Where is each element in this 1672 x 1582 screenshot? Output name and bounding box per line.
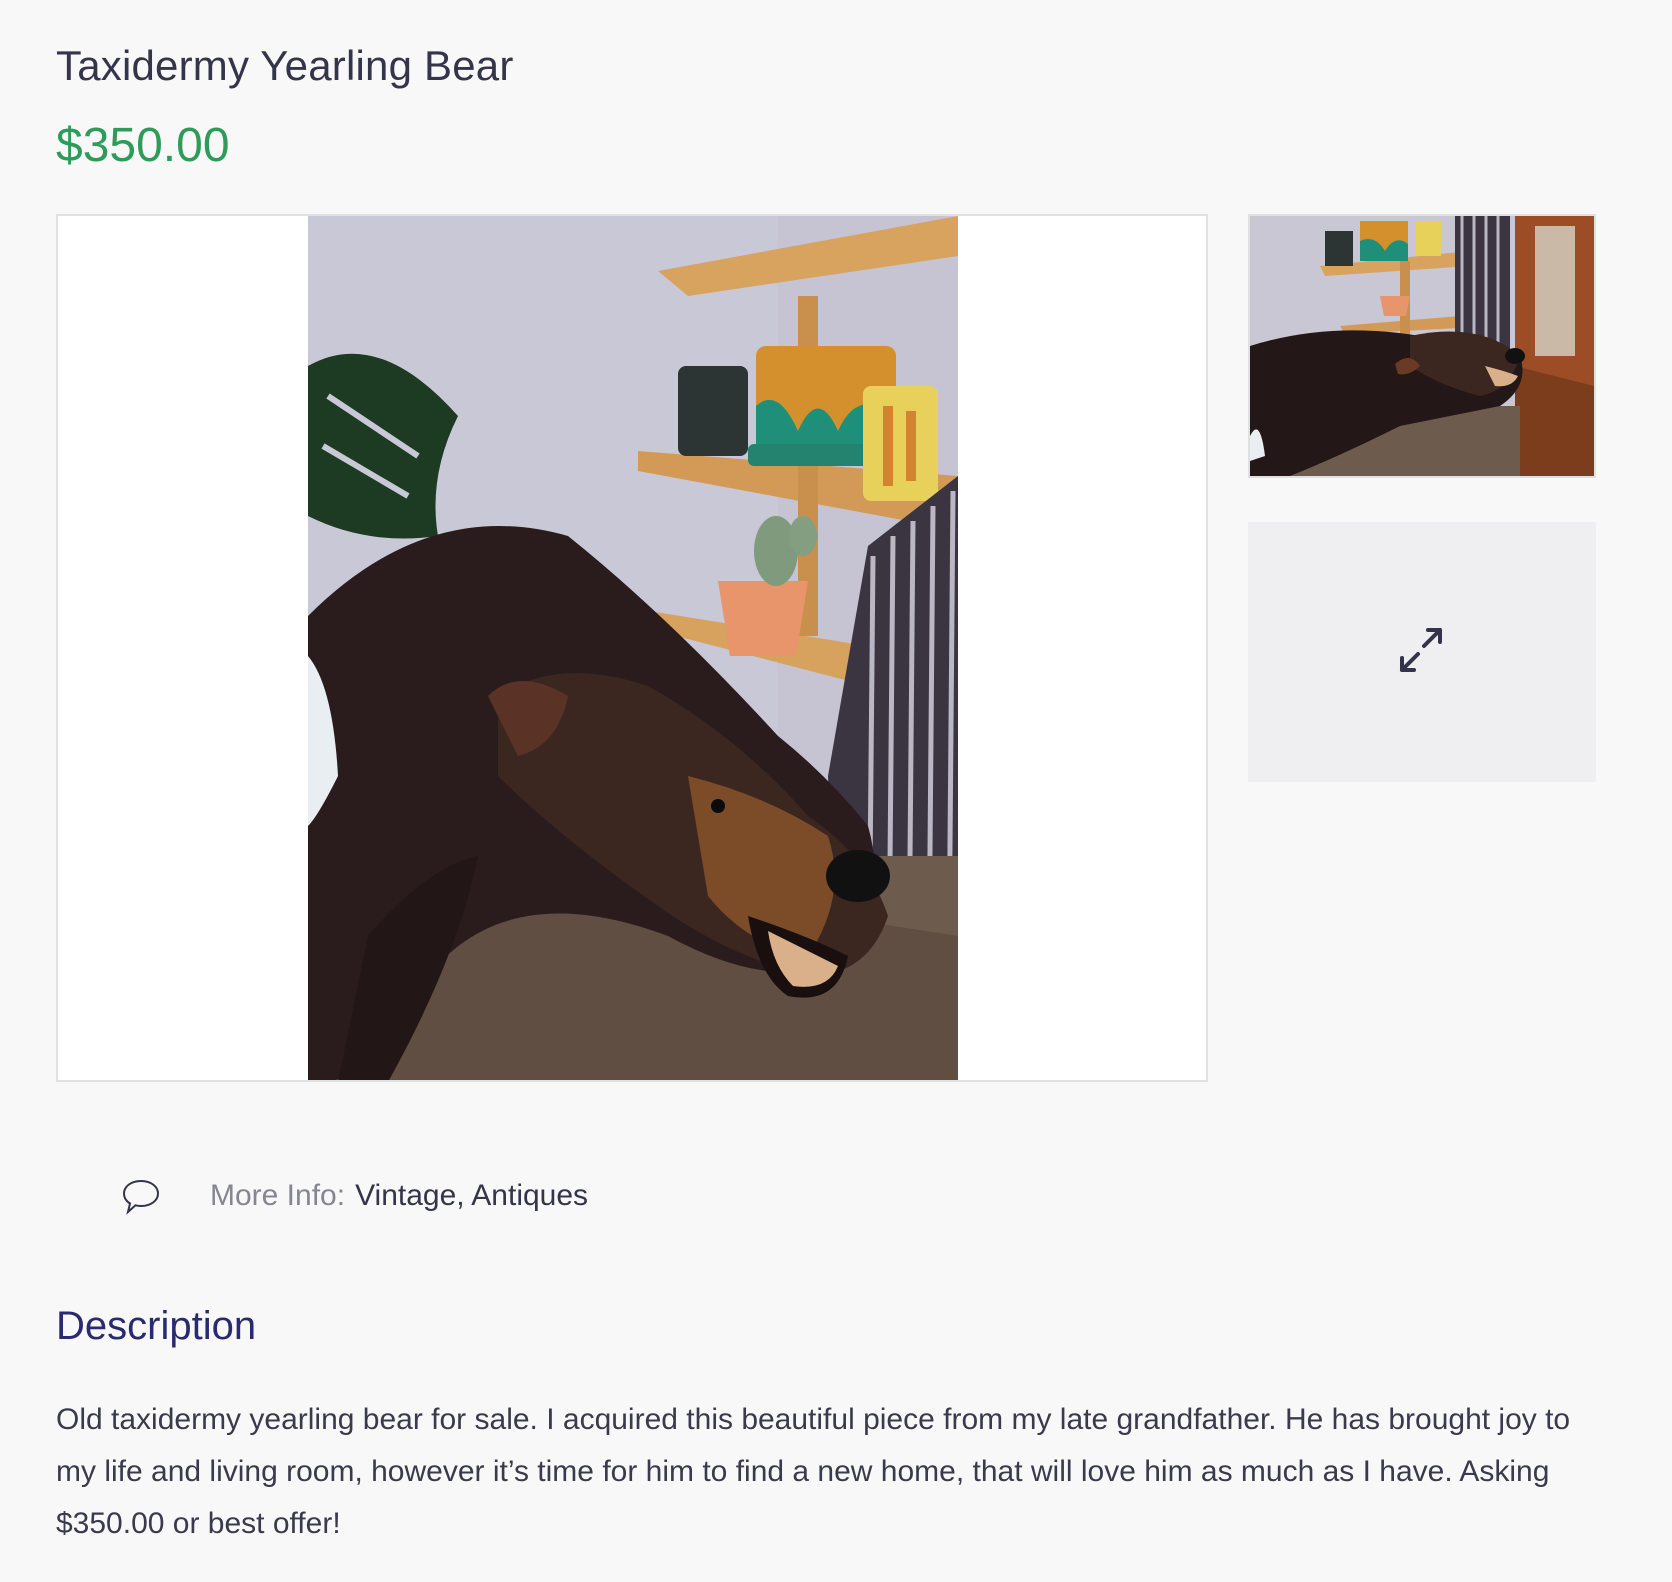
speech-bubble-icon — [122, 1179, 160, 1215]
description-body: Old taxidermy yearling bear for sale. I … — [56, 1403, 1571, 1540]
expand-arrows-icon — [1400, 628, 1442, 672]
more-info-value: Vintage, Antiques — [355, 1179, 589, 1212]
listing-title: Taxidermy Yearling Bear — [56, 42, 514, 89]
more-info-row: More Info: Vintage, Antiques — [120, 1172, 588, 1220]
more-info-label: More Info: — [210, 1179, 346, 1212]
thumbnail-image[interactable] — [1248, 214, 1596, 478]
expand-gallery-button[interactable] — [1248, 522, 1596, 782]
bear-thumbnail — [1250, 216, 1594, 476]
listing-price: $350.00 — [56, 119, 230, 172]
listing-page: Taxidermy Yearling Bear $350.00 More Inf… — [0, 0, 1672, 1582]
main-photo[interactable] — [56, 214, 1208, 1082]
description-heading: Description — [56, 1304, 257, 1348]
bear-photo — [308, 216, 958, 1080]
